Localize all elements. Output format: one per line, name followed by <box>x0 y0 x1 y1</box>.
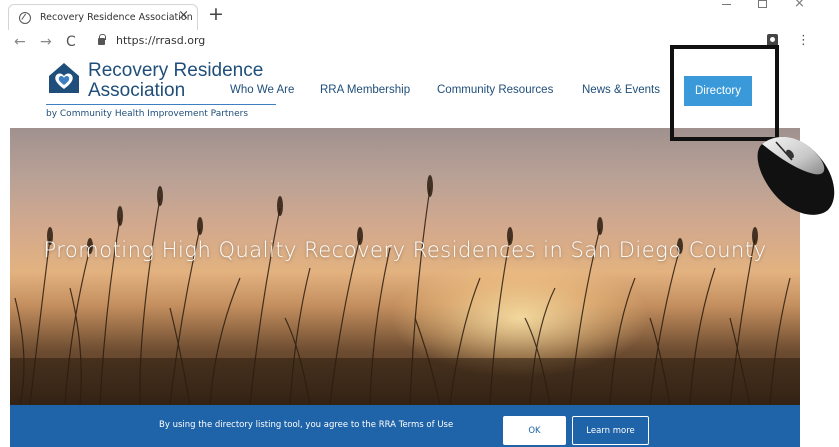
computer-mouse-icon <box>757 136 835 215</box>
nav-community-resources[interactable]: Community Resources <box>437 84 553 96</box>
logo-tagline: by Community Health Improvement Partners <box>46 109 249 119</box>
logo-divider <box>46 104 276 105</box>
tab-close-button[interactable]: × <box>178 8 189 23</box>
back-button[interactable]: ← <box>14 30 26 54</box>
cookie-consent-bar: By using the directory listing tool, you… <box>10 405 800 447</box>
logo-name-line2[interactable]: Association <box>88 80 185 102</box>
hero-title: Promoting High Quality Recovery Residenc… <box>43 238 767 262</box>
directory-highlight-box <box>670 45 779 141</box>
nav-rra-membership[interactable]: RRA Membership <box>320 84 410 96</box>
lock-icon <box>98 34 106 45</box>
chrome-favicon-icon <box>19 11 31 24</box>
nav-news-events[interactable]: News & Events <box>582 84 660 96</box>
window-maximize-button[interactable] <box>758 0 767 8</box>
browser-tab-strip: Recovery Residence Association × + × <box>0 0 839 30</box>
hero-banner: Promoting High Quality Recovery Residenc… <box>10 128 800 405</box>
url-text[interactable]: https://rrasd.org <box>116 34 205 47</box>
forward-button[interactable]: → <box>40 30 52 54</box>
menu-icon[interactable]: ⋮ <box>797 30 810 52</box>
grass-silhouette-image <box>10 175 800 405</box>
browser-tab[interactable]: Recovery Residence Association × <box>8 4 198 30</box>
tab-title: Recovery Residence Association <box>40 12 193 23</box>
reload-button[interactable]: C <box>66 30 76 54</box>
window-close-button[interactable]: × <box>794 0 805 11</box>
window-minimize-button[interactable] <box>722 4 731 5</box>
logo-name-line1[interactable]: Recovery Residence <box>88 60 263 82</box>
new-tab-button[interactable]: + <box>208 3 224 25</box>
cookie-message: By using the directory listing tool, you… <box>159 420 454 430</box>
nav-who-we-are[interactable]: Who We Are <box>230 84 294 96</box>
cookie-learn-more-button[interactable]: Learn more <box>572 416 649 445</box>
cookie-ok-button[interactable]: OK <box>503 416 566 445</box>
logo-house-heart-icon[interactable] <box>46 60 82 96</box>
